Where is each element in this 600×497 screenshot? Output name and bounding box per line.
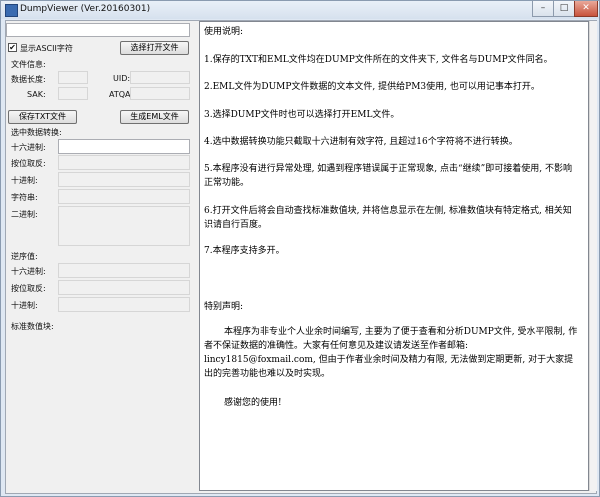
close-button[interactable]: ✕ (574, 1, 598, 17)
decimal-label: 十进制: (11, 176, 38, 185)
reverse-hex-field (58, 263, 190, 278)
string-label: 字符串: (11, 193, 38, 202)
reverse-hex-label: 十六进制: (11, 267, 46, 276)
show-ascii-label[interactable]: 显示ASCII字符 (20, 43, 73, 54)
reverse-decimal-label: 十进制: (11, 301, 38, 310)
string-field (58, 189, 190, 204)
reverse-decimal-field (58, 297, 190, 312)
bitwise-field (58, 155, 190, 170)
decimal-field (58, 172, 190, 187)
binary-label: 二进制: (11, 210, 38, 219)
app-icon (5, 4, 18, 17)
window-title: DumpViewer (Ver.20160301) (20, 4, 151, 14)
file-path-input[interactable] (6, 23, 190, 37)
app-window: DumpViewer (Ver.20160301) – □ ✕ ✔ 显示ASCI… (0, 0, 600, 497)
memo-item-6: 6.打开文件后将会自动查找标准数值块, 并将信息显示在左侧, 标准数值块有特定格… (204, 206, 572, 230)
file-info-label: 文件信息: (11, 60, 46, 69)
show-ascii-checkbox[interactable]: ✔ (8, 43, 17, 52)
sak-label: SAK: (27, 90, 46, 99)
reverse-bitwise-field (58, 280, 190, 295)
memo-scrollbar[interactable] (589, 21, 597, 491)
data-length-field (58, 71, 88, 84)
memo-item-1: 1.保存的TXT和EML文件均在DUMP文件所在的文件夹下, 文件名与DUMP文… (204, 55, 553, 65)
minimize-button[interactable]: – (532, 1, 554, 17)
data-length-label: 数据长度: (11, 75, 46, 84)
open-file-button[interactable]: 选择打开文件 (120, 41, 189, 55)
standard-value-label: 标准数值块: (11, 322, 54, 331)
special-heading: 特别声明: (204, 302, 244, 312)
reverse-bitwise-label: 按位取反: (11, 284, 46, 293)
instructions-memo[interactable]: 使用说明: 1.保存的TXT和EML文件均在DUMP文件所在的文件夹下, 文件名… (199, 21, 589, 491)
memo-item-2: 2.EML文件为DUMP文件数据的文本文件, 提供给PM3使用, 也可以用记事本… (204, 82, 540, 92)
bitwise-label: 按位取反: (11, 159, 46, 168)
binary-field (58, 206, 190, 246)
hex-label: 十六进制: (11, 143, 46, 152)
title-bar[interactable]: DumpViewer (Ver.20160301) – □ ✕ (1, 1, 599, 19)
memo-item-7: 7.本程序支持多开。 (204, 246, 285, 256)
uid-field (130, 71, 190, 84)
reverse-label: 逆序值: (11, 252, 38, 261)
generate-eml-button[interactable]: 生成EML文件 (120, 110, 189, 124)
client-area: ✔ 显示ASCII字符 选择打开文件 文件信息: 数据长度: UID: SAK:… (5, 20, 597, 494)
save-txt-button[interactable]: 保存TXT文件 (8, 110, 77, 124)
thanks-text: 感谢您的使用! (224, 398, 282, 408)
atqa-field (130, 87, 190, 100)
special-body: 本程序为非专业个人业余时间编写, 主要为了便于查看和分析DUMP文件, 受水平限… (204, 327, 578, 379)
uid-label: UID: (113, 74, 131, 83)
memo-item-3: 3.选择DUMP文件时也可以选择打开EML文件。 (204, 110, 400, 120)
hex-input[interactable] (58, 139, 190, 154)
maximize-button[interactable]: □ (553, 1, 575, 17)
selected-convert-label: 选中数据转换: (11, 128, 62, 137)
memo-item-5: 5.本程序没有进行异常处理, 如遇到程序错误属于正常现象, 点击“继续”即可接着… (204, 164, 572, 188)
memo-item-4: 4.选中数据转换功能只截取十六进制有效字符, 且超过16个字符将不进行转换。 (204, 137, 518, 147)
sak-field (58, 87, 88, 100)
memo-heading: 使用说明: (204, 27, 244, 37)
